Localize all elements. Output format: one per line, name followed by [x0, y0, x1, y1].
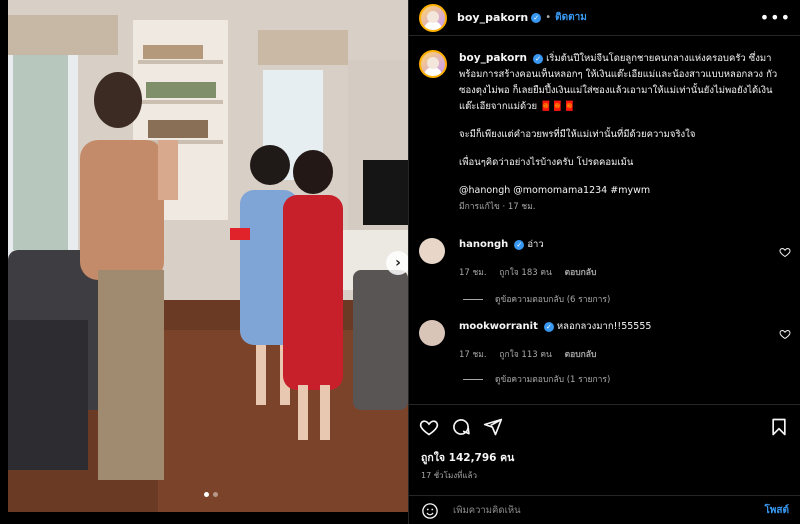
author-avatar[interactable] — [419, 3, 447, 32]
verified-badge-icon: ✓ — [531, 12, 542, 23]
post-actions: ถูกใจ 142,796 คน 17 ชั่วโมงที่แล้ว โพสต์ — [409, 404, 800, 524]
comment-heart-icon[interactable] — [779, 246, 791, 258]
post-header: boy_pakorn ✓ • ติดตาม ••• — [409, 0, 800, 36]
caption-author-avatar[interactable] — [419, 50, 447, 78]
view-replies-button[interactable]: ดูข้อความตอบกลับ (6 รายการ) — [463, 292, 610, 306]
comment-time: 17 ชม. — [459, 268, 487, 278]
chevron-right-icon: › — [395, 255, 401, 271]
bookmark-icon[interactable] — [769, 417, 789, 437]
reply-button[interactable]: ตอบกลับ — [565, 350, 597, 360]
author-username[interactable]: boy_pakorn — [457, 11, 528, 24]
verified-badge-icon: ✓ — [543, 321, 554, 332]
comment-icon[interactable] — [451, 417, 471, 437]
caption-username[interactable]: boy_pakorn — [459, 52, 527, 64]
heart-icon[interactable] — [419, 417, 439, 437]
post-sidebar: boy_pakorn ✓ • ติดตาม ••• boy_pakorn ✓ เ… — [408, 0, 800, 524]
comment-item: mookworranit ✓ หลอกลวงมาก!!55555 17 ชม. … — [419, 320, 791, 362]
comment-likes[interactable]: ถูกใจ 113 คน — [499, 350, 552, 360]
commenter-avatar[interactable] — [419, 238, 445, 264]
post-comment-button[interactable]: โพสต์ — [764, 503, 789, 518]
add-comment-bar: โพสต์ — [409, 495, 800, 524]
comment-username[interactable]: hanongh — [459, 239, 508, 250]
comment-time: 17 ชม. — [459, 350, 487, 360]
post-photo[interactable]: › — [8, 0, 408, 512]
comment-likes[interactable]: ถูกใจ 183 คน — [499, 268, 552, 278]
verified-badge-icon: ✓ — [514, 239, 525, 250]
replies-line — [463, 298, 483, 300]
comment-username[interactable]: mookworranit — [459, 321, 538, 332]
post-caption: boy_pakorn ✓ เริ่มต้นปีใหม่จีนโดยลูกชายค… — [419, 50, 791, 215]
caption-edited-time: มีการแก้ไข · 17 ชม. — [459, 202, 536, 212]
caption-text-3: เพื่อนๆคิดว่าอย่างไรบ้างครับ โปรดคอมเม้น — [459, 157, 634, 168]
comment-input[interactable] — [453, 505, 733, 516]
carousel-dot — [204, 492, 209, 497]
carousel-indicator — [204, 492, 218, 497]
follow-button[interactable]: ติดตาม — [555, 10, 587, 25]
view-replies-button[interactable]: ดูข้อความตอบกลับ (1 รายการ) — [463, 372, 610, 386]
carousel-next-button[interactable]: › — [386, 251, 408, 275]
emoji-icon[interactable] — [421, 502, 439, 520]
verified-badge-icon: ✓ — [533, 53, 544, 64]
likes-count[interactable]: ถูกใจ 142,796 คน — [421, 449, 514, 466]
separator-dot: • — [545, 12, 552, 23]
comment-item: hanongh ✓ อ่าว 17 ชม. ถูกใจ 183 คน ตอบกล… — [419, 238, 791, 280]
post-time: 17 ชั่วโมงที่แล้ว — [421, 471, 477, 480]
comment-heart-icon[interactable] — [779, 328, 791, 340]
instagram-post-view: › boy_pakorn ✓ • ติดตาม ••• boy_pakorn ✓… — [0, 0, 800, 524]
caption-mentions[interactable]: @hanongh @momomama1234 #mywm — [459, 183, 789, 199]
view-replies-label: ดูข้อความตอบกลับ (1 รายการ) — [495, 375, 611, 385]
comment-text: อ่าว — [527, 239, 544, 250]
view-replies-label: ดูข้อความตอบกลับ (6 รายการ) — [495, 295, 611, 305]
more-horizontal-icon[interactable]: ••• — [760, 8, 791, 27]
carousel-dot — [213, 492, 218, 497]
reply-button[interactable]: ตอบกลับ — [565, 268, 597, 278]
comment-text: หลอกลวงมาก!!55555 — [556, 321, 652, 332]
share-icon[interactable] — [483, 417, 503, 437]
replies-line — [463, 378, 483, 380]
caption-text-2: จะมีก็เพียงแต่คำอวยพรที่มีให้แม่เท่านั้น… — [459, 129, 696, 140]
photo-scene — [8, 0, 408, 512]
commenter-avatar[interactable] — [419, 320, 445, 346]
